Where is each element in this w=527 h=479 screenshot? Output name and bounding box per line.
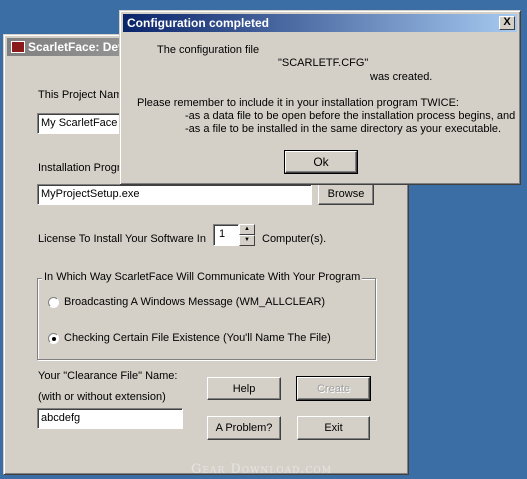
radio-file-existence-label[interactable]: Checking Certain File Existence (You'll … [64, 332, 331, 344]
help-button[interactable]: Help [207, 377, 281, 400]
dialog-line-1: The configuration file [157, 44, 260, 56]
project-name-input[interactable]: My ScarletFace [37, 113, 127, 134]
ok-button[interactable]: Ok [284, 150, 358, 174]
clearance-file-label: Your "Clearance File" Name: [38, 370, 178, 382]
installation-program-label: Installation Progra [38, 162, 127, 174]
main-window-title: ScarletFace: Dev [28, 40, 125, 54]
license-count-input[interactable]: 1 [213, 224, 239, 246]
dialog-line-6: -as a file to be installed in the same d… [185, 123, 502, 135]
exit-button[interactable]: Exit [297, 416, 370, 440]
clearance-file-input[interactable]: abcdefg [37, 408, 183, 429]
dialog-title: Configuration completed [127, 16, 269, 30]
create-button[interactable]: Create [296, 376, 371, 401]
license-label: License To Install Your Software In [38, 233, 206, 245]
license-spin-up-button[interactable]: ▲ [239, 224, 255, 235]
computers-label: Computer(s). [262, 233, 327, 245]
radio-file-existence[interactable] [48, 333, 59, 344]
radio-selected-dot [52, 337, 56, 341]
project-name-label: This Project Nam [38, 89, 123, 101]
extension-hint: (with or without extension) [38, 391, 166, 403]
app-icon [11, 41, 25, 53]
dialog-titlebar[interactable]: Configuration completed [123, 14, 517, 32]
communication-group-title: In Which Way ScarletFace Will Communicat… [42, 271, 363, 283]
dialog-line-5: -as a data file to be open before the in… [185, 110, 516, 122]
problem-button[interactable]: A Problem? [207, 416, 281, 440]
dialog-filename: "SCARLETF.CFG" [278, 57, 369, 69]
installation-program-input[interactable]: MyProjectSetup.exe [37, 184, 312, 205]
communication-groupbox [37, 278, 376, 360]
watermark-text: Gear Download.com [191, 462, 332, 477]
license-spin-down-button[interactable]: ▼ [239, 235, 255, 246]
dialog-line-4: Please remember to include it in your in… [137, 97, 459, 109]
close-icon[interactable]: X [499, 16, 515, 30]
config-dialog: Configuration completed X The configurat… [119, 10, 521, 185]
dialog-line-3: was created. [370, 71, 433, 83]
radio-broadcast[interactable] [48, 297, 59, 308]
browse-button[interactable]: Browse [318, 183, 374, 205]
radio-broadcast-label[interactable]: Broadcasting A Windows Message (WM_ALLCL… [64, 296, 325, 308]
